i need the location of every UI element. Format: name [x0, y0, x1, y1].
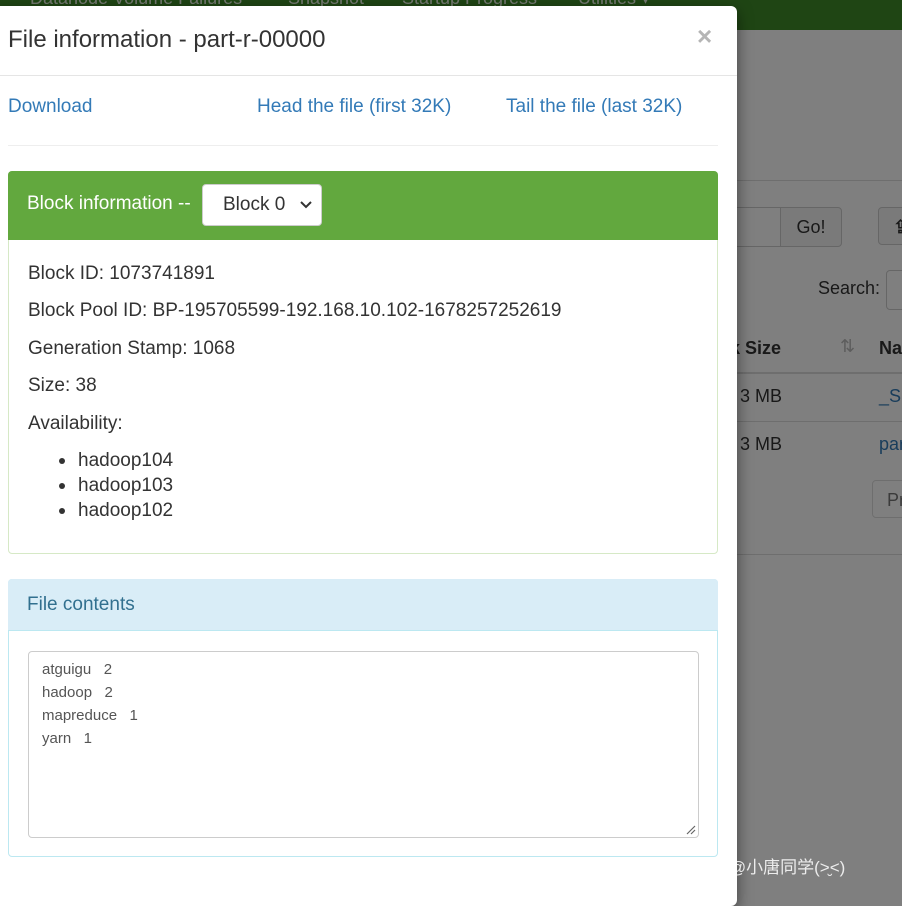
content-line: mapreduce 1 — [42, 707, 138, 724]
modal-header: File information - part-r-00000 × — [0, 6, 737, 76]
generation-stamp: Generation Stamp: 1068 — [28, 338, 236, 359]
list-item: hadoop104 — [59, 448, 173, 473]
content-line: hadoop 2 — [42, 684, 113, 701]
block-pool-id: Block Pool ID: BP-195705599-192.168.10.1… — [28, 300, 562, 321]
content-line: yarn 1 — [42, 730, 93, 747]
list-item: hadoop103 — [59, 473, 173, 498]
list-item: hadoop102 — [59, 498, 173, 523]
availability-label: Availability: — [28, 413, 123, 434]
block-info-heading: Block information -- Block 0 — [8, 171, 718, 240]
block-info-label: Block information -- — [27, 193, 191, 214]
resize-handle-icon[interactable] — [686, 825, 696, 835]
divider — [8, 145, 718, 146]
block-select-value: Block 0 — [223, 194, 286, 215]
modal-title: File information - part-r-00000 — [8, 26, 326, 53]
file-contents-title: File contents — [27, 594, 135, 615]
block-info-panel: Block information -- Block 0 Block ID: 1… — [8, 171, 718, 554]
availability-list: hadoop104 hadoop103 hadoop102 — [59, 448, 173, 523]
block-select[interactable]: Block 0 — [202, 184, 322, 226]
file-contents-textarea[interactable]: atguigu 2 hadoop 2 mapreduce 1 yarn 1 — [28, 651, 699, 838]
file-contents-panel: File contents atguigu 2 hadoop 2 mapredu… — [8, 579, 718, 857]
tail-file-link[interactable]: Tail the file (last 32K) — [506, 96, 682, 118]
file-contents-heading: File contents — [8, 579, 718, 631]
head-file-link[interactable]: Head the file (first 32K) — [257, 96, 451, 118]
content-line: atguigu 2 — [42, 661, 113, 678]
close-icon[interactable]: × — [697, 22, 712, 50]
file-info-modal: File information - part-r-00000 × Downlo… — [0, 6, 737, 906]
watermark: CSDN @小唐同学(>̮<) — [676, 858, 846, 877]
block-size: Size: 38 — [28, 375, 97, 396]
block-id: Block ID: 1073741891 — [28, 263, 215, 284]
download-link[interactable]: Download — [8, 96, 93, 118]
chevron-down-icon — [299, 185, 313, 240]
